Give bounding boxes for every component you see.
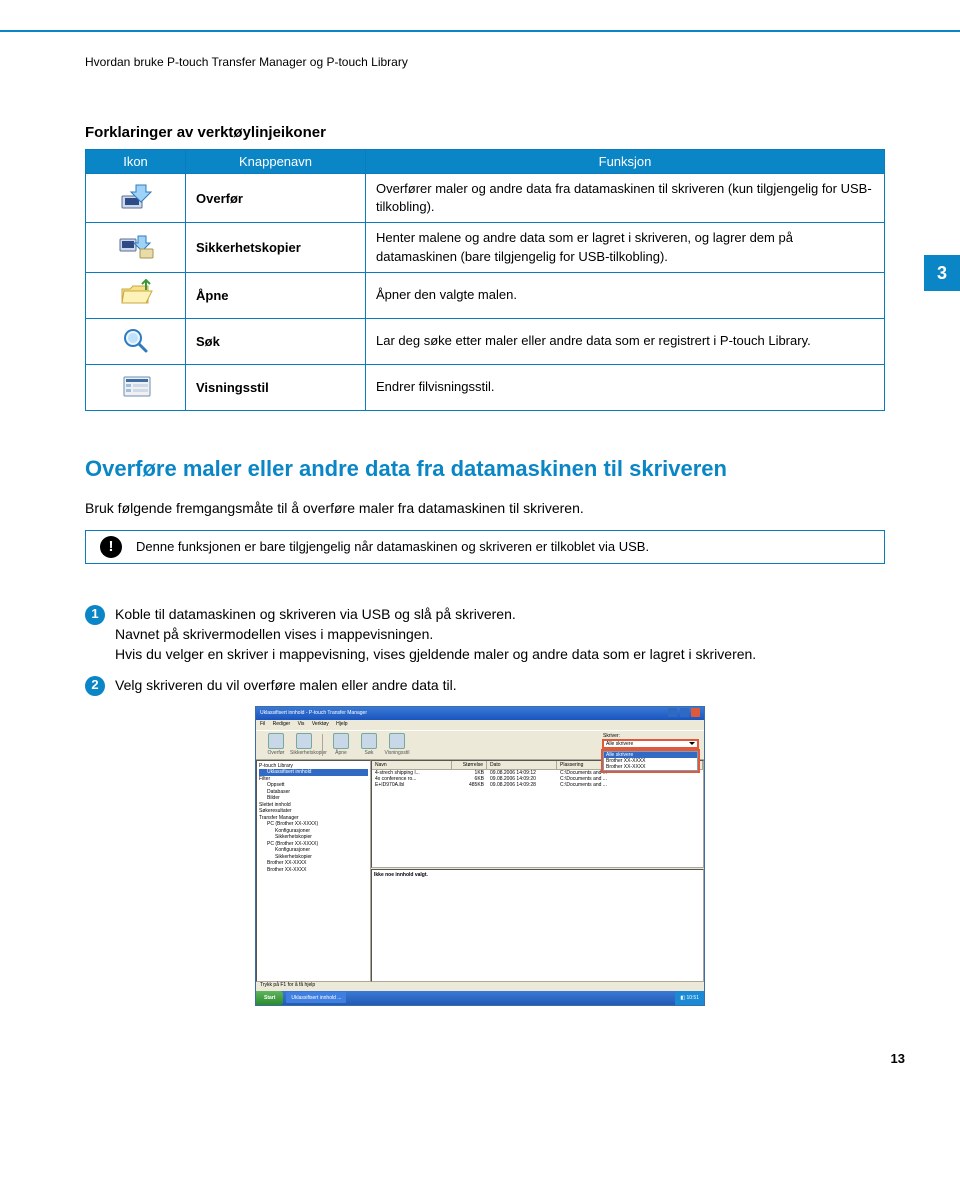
clock: 10:51: [686, 995, 699, 1001]
menu-item[interactable]: Hjelp: [336, 721, 347, 727]
list-header[interactable]: Størrelse: [452, 761, 487, 769]
start-button[interactable]: Start: [256, 991, 283, 1005]
toolbar-open-button[interactable]: Åpne: [327, 733, 355, 756]
row-func: Endrer filvisningsstil.: [366, 364, 885, 410]
status-bar: Trykk på F1 for å få hjelp: [256, 982, 704, 991]
transfer-icon: [116, 182, 156, 212]
table-row: Overfør Overfører maler og andre data fr…: [86, 174, 885, 223]
menu-item[interactable]: Rediger: [273, 721, 291, 727]
page-number: 13: [891, 1051, 905, 1066]
menu-item[interactable]: Verktøy: [312, 721, 329, 727]
menu-bar: Fil Rediger Vis Verktøy Hjelp: [256, 720, 704, 730]
system-tray: ◧ 10:51: [675, 991, 704, 1005]
step-1-line-3: Hvis du velger en skriver i mappevisning…: [115, 646, 756, 662]
row-name: Overfør: [186, 174, 366, 223]
close-icon[interactable]: [691, 708, 700, 717]
section-intro: Bruk følgende fremgangsmåte til å overfø…: [85, 500, 900, 516]
chapter-tab: 3: [924, 255, 960, 291]
note-text: Denne funksjonen er bare tilgjengelig nå…: [136, 539, 649, 554]
window-buttons: [667, 708, 700, 719]
step-1: 1 Koble til datamaskinen og skriveren vi…: [85, 604, 900, 665]
row-name: Visningsstil: [186, 364, 366, 410]
minimize-icon[interactable]: [668, 708, 677, 717]
row-func: Overfører maler og andre data fra datama…: [366, 174, 885, 223]
printer-option[interactable]: Brother XX-XXXX: [604, 764, 697, 770]
th-icon: Ikon: [86, 150, 186, 174]
row-name: Søk: [186, 318, 366, 364]
toolbar-transfer-button[interactable]: Overfør: [262, 733, 290, 756]
th-func: Funksjon: [366, 150, 885, 174]
step-1-line-2: Navnet på skrivermodellen vises i mappev…: [115, 626, 433, 642]
taskbar-item[interactable]: Uklassifisert innhold ...: [286, 992, 346, 1003]
toolbar-backup-button[interactable]: Sikkerhetskopier: [290, 733, 318, 756]
step-2-text: Velg skriveren du vil overføre malen ell…: [115, 675, 457, 695]
th-name: Knappenavn: [186, 150, 366, 174]
display-style-icon: [116, 371, 156, 401]
step-bullet-2: 2: [85, 676, 105, 696]
menu-item[interactable]: Vis: [298, 721, 305, 727]
table-row: Åpne Åpner den valgte malen.: [86, 272, 885, 318]
app-screenshot: Uklassifisert innhold - P-touch Transfer…: [255, 706, 705, 1006]
row-func: Åpner den valgte malen.: [366, 272, 885, 318]
row-name: Sikkerhetskopier: [186, 223, 366, 272]
toolbar-icon-table: Ikon Knappenavn Funksjon Overfør: [85, 149, 885, 411]
note-box: ! Denne funksjonen er bare tilgjengelig …: [85, 530, 885, 564]
row-func: Lar deg søke etter maler eller andre dat…: [366, 318, 885, 364]
table-row: Søk Lar deg søke etter maler eller andre…: [86, 318, 885, 364]
open-folder-icon: [116, 279, 156, 309]
section-heading: Overføre maler eller andre data fra data…: [85, 456, 900, 482]
folder-tree[interactable]: P-touch Library Uklassifisert innhold Fi…: [256, 760, 371, 982]
printer-select[interactable]: Alle skrivere: [603, 740, 698, 748]
table-row: Sikkerhetskopier Henter malene og andre …: [86, 223, 885, 272]
window-title: Uklassifisert innhold - P-touch Transfer…: [260, 710, 367, 716]
list-item[interactable]: E+ID970A.lbl485KB09.08.2006 14:09:28C:\D…: [372, 782, 703, 788]
row-name: Åpne: [186, 272, 366, 318]
taskbar: Start Uklassifisert innhold ... ◧ 10:51: [256, 991, 704, 1005]
maximize-icon[interactable]: [680, 708, 689, 717]
table-title: Forklaringer av verktøylinjeikoner: [85, 124, 900, 141]
file-list[interactable]: Navn Størrelse Dato Plassering 4-strech …: [371, 760, 704, 869]
table-row: Visningsstil Endrer filvisningsstil.: [86, 364, 885, 410]
tree-item[interactable]: Brother XX-XXXX: [259, 867, 368, 874]
window-titlebar: Uklassifisert innhold - P-touch Transfer…: [256, 707, 704, 720]
important-icon: !: [100, 536, 122, 558]
search-icon: [116, 325, 156, 355]
step-1-line-1: Koble til datamaskinen og skriveren via …: [115, 606, 516, 622]
preview-pane: Ikke noe innhold valgt.: [371, 869, 704, 982]
backup-icon: [116, 231, 156, 261]
tray-icon[interactable]: ◧: [680, 995, 685, 1001]
toolbar-search-button[interactable]: Søk: [355, 733, 383, 756]
list-header[interactable]: Navn: [372, 761, 452, 769]
step-bullet-1: 1: [85, 605, 105, 625]
toolbar: Overfør Sikkerhetskopier Åpne Søk Visnin…: [256, 730, 704, 760]
page: Hvordan bruke P-touch Transfer Manager o…: [0, 0, 960, 1086]
chevron-down-icon: [689, 742, 695, 745]
step-2: 2 Velg skriveren du vil overføre malen e…: [85, 675, 900, 696]
printer-label: Skriver:: [603, 733, 698, 739]
toolbar-view-button[interactable]: Visningsstil: [383, 733, 411, 756]
breadcrumb: Hvordan bruke P-touch Transfer Manager o…: [85, 55, 900, 69]
list-header[interactable]: Dato: [487, 761, 557, 769]
menu-item[interactable]: Fil: [260, 721, 265, 727]
row-func: Henter malene og andre data som er lagre…: [366, 223, 885, 272]
